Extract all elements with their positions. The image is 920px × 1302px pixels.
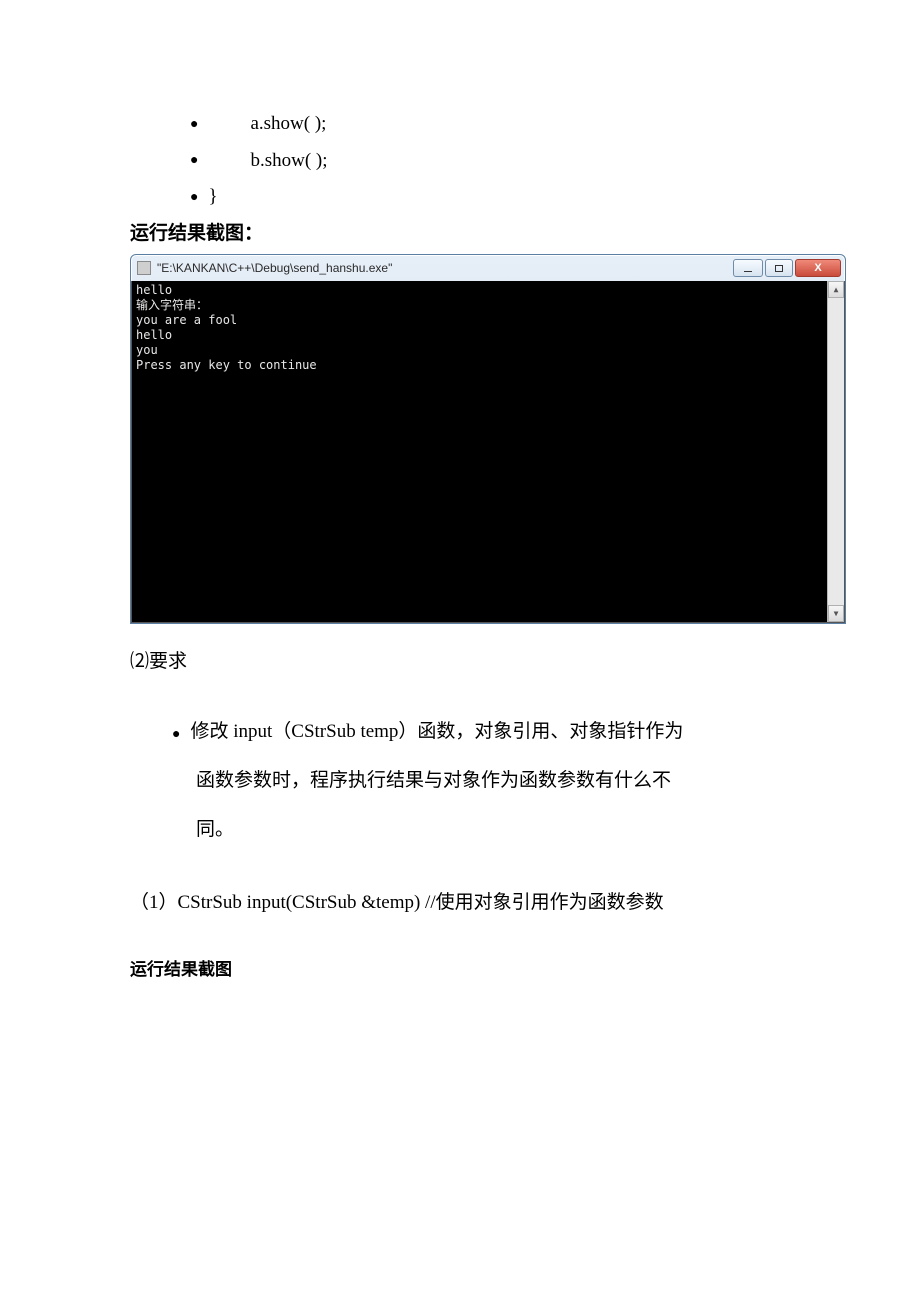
console-line: Press any key to continue xyxy=(136,358,317,372)
section-label: ⑵要求 xyxy=(130,648,790,677)
minimize-button[interactable] xyxy=(733,259,763,277)
console-output: hello 输入字符串： you are a fool hello you Pr… xyxy=(131,281,845,623)
console-window: "E:\KANKAN\C++\Debug\send_hanshu.exe" X … xyxy=(130,254,846,624)
window-controls: X xyxy=(733,259,841,277)
requirement-block: ● 修改 input（CStrSub temp）函数，对象引用、对象指针作为 函… xyxy=(130,707,790,855)
titlebar: "E:\KANKAN\C++\Debug\send_hanshu.exe" X xyxy=(131,255,845,281)
code-bullet-list: ● a.show( ); ● b.show( ); ● } xyxy=(130,110,790,212)
console-line: you xyxy=(136,343,158,357)
window-title: "E:\KANKAN\C++\Debug\send_hanshu.exe" xyxy=(157,259,392,277)
close-icon: X xyxy=(814,260,821,277)
bullet-icon: ● xyxy=(190,114,198,135)
paragraph-text: （1）CStrSub input(CStrSub &temp) //使用对象引用… xyxy=(130,892,664,913)
minimize-icon xyxy=(744,271,752,272)
console-line: hello xyxy=(136,283,172,297)
maximize-icon xyxy=(775,265,783,272)
requirement-text: 同。 xyxy=(172,805,790,854)
scroll-down-icon[interactable]: ▼ xyxy=(828,605,844,622)
result-heading: 运行结果截图 xyxy=(130,957,790,983)
app-icon xyxy=(137,261,151,275)
scroll-up-icon[interactable]: ▲ xyxy=(828,281,844,298)
list-item: ● a.show( ); xyxy=(190,110,790,139)
scrollbar[interactable]: ▲ ▼ xyxy=(827,281,844,622)
list-item: ● 修改 input（CStrSub temp）函数，对象引用、对象指针作为 xyxy=(172,707,790,756)
code-text: a.show( ); xyxy=(250,110,326,139)
requirement-text: 函数参数时，程序执行结果与对象作为函数参数有什么不 xyxy=(172,756,790,805)
result-heading: 运行结果截图： xyxy=(130,220,790,249)
bullet-icon: ● xyxy=(190,150,198,171)
console-line: hello xyxy=(136,328,172,342)
list-item: ● b.show( ); xyxy=(190,147,790,176)
requirement-text: 修改 input（CStrSub temp）函数，对象引用、对象指针作为 xyxy=(190,707,683,756)
console-line: 输入字符串： xyxy=(136,298,208,312)
bullet-icon: ● xyxy=(190,187,198,208)
titlebar-left: "E:\KANKAN\C++\Debug\send_hanshu.exe" xyxy=(137,259,392,277)
console-line: you are a fool xyxy=(136,313,237,327)
list-item: ● } xyxy=(190,183,790,212)
code-text: b.show( ); xyxy=(250,147,327,176)
maximize-button[interactable] xyxy=(765,259,793,277)
code-text: } xyxy=(208,183,217,212)
close-button[interactable]: X xyxy=(795,259,841,277)
bullet-icon: ● xyxy=(172,717,180,756)
paragraph: （1）CStrSub input(CStrSub &temp) //使用对象引用… xyxy=(130,889,790,918)
